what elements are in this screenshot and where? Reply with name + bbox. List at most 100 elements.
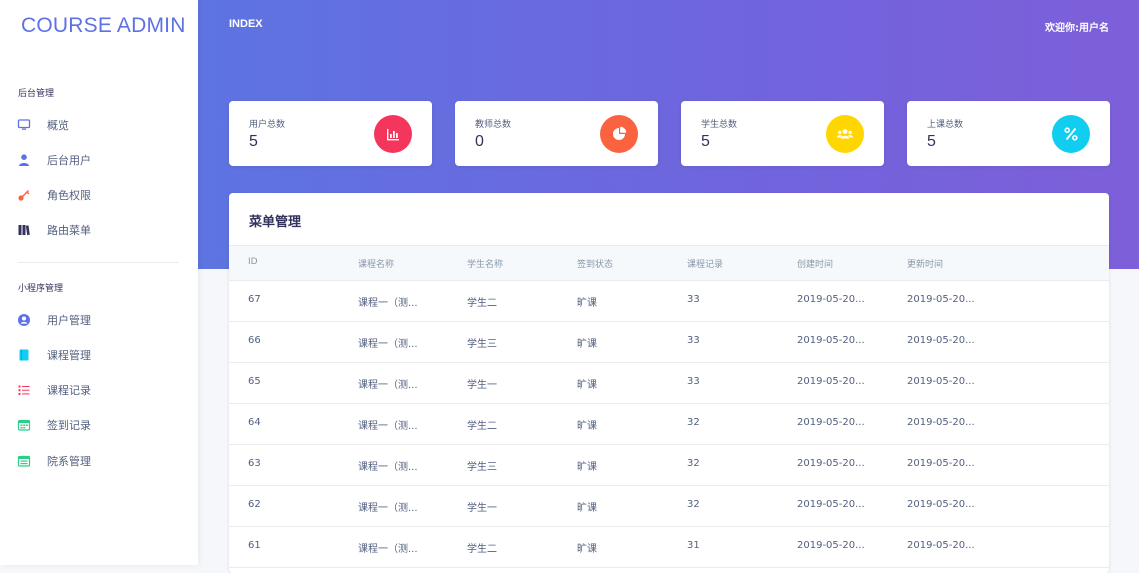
table-row[interactable]: 62 课程一（测... 学生一 旷课 32 2019-05-20... 2019… xyxy=(229,485,1109,527)
sidebar-item-roles[interactable]: 角色权限 xyxy=(17,183,187,207)
cell-course-record: 31 xyxy=(687,540,700,551)
sidebar-item-department-management[interactable]: 院系管理 xyxy=(17,449,187,473)
table-title: 菜单管理 xyxy=(249,215,302,230)
cell-course-name: 课程一（测... xyxy=(358,380,418,391)
stat-card-students: 学生总数 5 xyxy=(681,101,884,166)
cell-student-name: 学生三 xyxy=(467,339,497,350)
cell-id: 65 xyxy=(248,376,261,387)
stat-card-teachers: 教师总数 0 xyxy=(455,101,658,166)
table-row[interactable]: 67 课程一（测... 学生二 旷课 33 2019-05-20... 2019… xyxy=(229,280,1109,322)
calendar-icon xyxy=(17,418,31,432)
stat-label: 学生总数 xyxy=(701,120,738,130)
sidebar-item-label: 路由菜单 xyxy=(47,224,91,237)
cell-created-at: 2019-05-20... xyxy=(797,540,865,551)
sidebar-item-route-menu[interactable]: 路由菜单 xyxy=(17,218,187,242)
percent-icon xyxy=(1052,115,1090,153)
sidebar-item-checkin-records[interactable]: 签到记录 xyxy=(17,413,187,437)
cell-checkin-status: 旷课 xyxy=(577,544,597,555)
column-header[interactable]: ID xyxy=(248,257,258,267)
cell-student-name: 学生二 xyxy=(467,421,497,432)
cell-id: 66 xyxy=(248,335,261,346)
cell-course-record: 33 xyxy=(687,376,700,387)
menu-management-table: 菜单管理 ID 课程名称 学生名称 签到状态 课程记录 创建时间 更新时间 67… xyxy=(229,193,1109,573)
sidebar: COURSE ADMIN 后台管理 概览 后台用户 角色权限 路由菜单 小程序管… xyxy=(0,0,198,565)
cell-student-name: 学生二 xyxy=(467,544,497,555)
sidebar-item-label: 概览 xyxy=(47,119,69,132)
column-header[interactable]: 课程名称 xyxy=(358,257,394,270)
cell-course-name: 课程一（测... xyxy=(358,421,418,432)
cell-id: 63 xyxy=(248,458,261,469)
book-icon xyxy=(17,348,31,362)
cell-course-name: 课程一（测... xyxy=(358,544,418,555)
cell-created-at: 2019-05-20... xyxy=(797,417,865,428)
cell-student-name: 学生一 xyxy=(467,503,497,514)
cell-checkin-status: 旷课 xyxy=(577,462,597,473)
column-header[interactable]: 更新时间 xyxy=(907,257,943,270)
monitor-icon xyxy=(17,118,31,132)
sidebar-item-label: 签到记录 xyxy=(47,419,91,432)
books-icon xyxy=(17,223,31,237)
cell-updated-at: 2019-05-20... xyxy=(907,499,975,510)
pie-chart-icon xyxy=(600,115,638,153)
table-row[interactable]: 63 课程一（测... 学生三 旷课 32 2019-05-20... 2019… xyxy=(229,444,1109,486)
stat-value: 5 xyxy=(927,133,936,150)
sidebar-item-label: 课程管理 xyxy=(47,349,91,362)
cell-course-name: 课程一（测... xyxy=(358,462,418,473)
cell-course-name: 课程一（测... xyxy=(358,298,418,309)
sidebar-item-user-management[interactable]: 用户管理 xyxy=(17,308,187,332)
cell-created-at: 2019-05-20... xyxy=(797,458,865,469)
cell-id: 62 xyxy=(248,499,261,510)
stat-label: 用户总数 xyxy=(249,120,286,130)
brand-logo[interactable]: COURSE ADMIN xyxy=(21,14,186,38)
cell-checkin-status: 旷课 xyxy=(577,298,597,309)
cell-updated-at: 2019-05-20... xyxy=(907,335,975,346)
user-circle-icon xyxy=(17,313,31,327)
cell-id: 64 xyxy=(248,417,261,428)
sidebar-item-course-management[interactable]: 课程管理 xyxy=(17,343,187,367)
table-row[interactable]: 65 课程一（测... 学生一 旷课 33 2019-05-20... 2019… xyxy=(229,362,1109,404)
table-row[interactable]: 66 课程一（测... 学生三 旷课 33 2019-05-20... 2019… xyxy=(229,321,1109,363)
stat-card-classes: 上课总数 5 xyxy=(907,101,1110,166)
cell-checkin-status: 旷课 xyxy=(577,421,597,432)
cell-student-name: 学生一 xyxy=(467,380,497,391)
page-title: INDEX xyxy=(229,18,263,30)
stat-label: 上课总数 xyxy=(927,120,964,130)
sidebar-item-label: 用户管理 xyxy=(47,314,91,327)
cell-checkin-status: 旷课 xyxy=(577,380,597,391)
sidebar-divider xyxy=(18,262,179,263)
cell-id: 61 xyxy=(248,540,261,551)
cell-course-name: 课程一（测... xyxy=(358,503,418,514)
sidebar-item-label: 角色权限 xyxy=(47,189,91,202)
cell-updated-at: 2019-05-20... xyxy=(907,458,975,469)
sidebar-item-overview[interactable]: 概览 xyxy=(17,113,187,137)
sidebar-item-admin-users[interactable]: 后台用户 xyxy=(17,148,187,172)
stat-card-users: 用户总数 5 xyxy=(229,101,432,166)
stat-value: 0 xyxy=(475,133,484,150)
cell-student-name: 学生三 xyxy=(467,462,497,473)
calendar-grid-icon xyxy=(17,454,31,468)
sidebar-item-label: 院系管理 xyxy=(47,455,91,468)
column-header[interactable]: 签到状态 xyxy=(577,257,613,270)
sidebar-item-course-records[interactable]: 课程记录 xyxy=(17,378,187,402)
cell-course-record: 32 xyxy=(687,458,700,469)
section-title-admin: 后台管理 xyxy=(18,89,55,99)
section-title-miniprogram: 小程序管理 xyxy=(18,284,64,294)
cell-checkin-status: 旷课 xyxy=(577,339,597,350)
cell-course-record: 33 xyxy=(687,335,700,346)
cell-id: 67 xyxy=(248,294,261,305)
stat-label: 教师总数 xyxy=(475,120,512,130)
column-header[interactable]: 创建时间 xyxy=(797,257,833,270)
list-icon xyxy=(17,383,31,397)
users-icon xyxy=(826,115,864,153)
bar-chart-icon xyxy=(374,115,412,153)
table-row[interactable]: 64 课程一（测... 学生二 旷课 32 2019-05-20... 2019… xyxy=(229,403,1109,445)
cell-course-record: 32 xyxy=(687,499,700,510)
cell-created-at: 2019-05-20... xyxy=(797,499,865,510)
table-row[interactable]: 61 课程一（测... 学生二 旷课 31 2019-05-20... 2019… xyxy=(229,526,1109,568)
column-header[interactable]: 课程记录 xyxy=(687,257,723,270)
column-header[interactable]: 学生名称 xyxy=(467,257,503,270)
user-welcome[interactable]: 欢迎你:用户名 xyxy=(1045,19,1109,34)
cell-course-record: 32 xyxy=(687,417,700,428)
key-icon xyxy=(17,188,31,202)
cell-updated-at: 2019-05-20... xyxy=(907,294,975,305)
